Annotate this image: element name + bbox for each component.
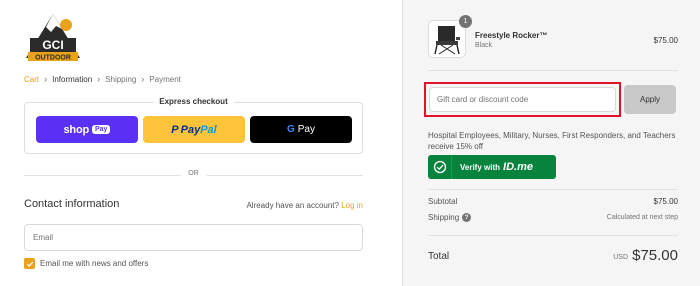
- promo-text: Hospital Employees, Military, Nurses, Fi…: [428, 131, 676, 151]
- total-currency: USD: [613, 254, 628, 261]
- express-checkout-box: Express checkout shop Pay P Pay Pal G Pay: [24, 97, 363, 154]
- logo-text-bottom: OUTDOOR: [35, 55, 71, 62]
- chevron-right-icon: ›: [97, 74, 101, 84]
- checkout-main-panel: GCI OUTDOOR Cart › Information › Shippin…: [0, 0, 402, 286]
- shipping-row: Shipping?: [428, 213, 472, 223]
- subtotal-value: $75.00: [653, 197, 678, 206]
- breadcrumb-shipping: Shipping: [105, 74, 137, 84]
- idme-prefix: Verify with: [460, 162, 501, 172]
- account-prompt-text: Already have an account?: [246, 201, 339, 210]
- breadcrumb-cart[interactable]: Cart: [24, 75, 39, 84]
- shipping-label: Shipping: [428, 213, 460, 222]
- breadcrumb-information: Information: [52, 74, 93, 84]
- newsletter-label: Email me with news and offers: [40, 259, 149, 268]
- product-variant: Black: [475, 42, 493, 49]
- google-pay-text: Pay: [297, 124, 315, 135]
- quantity-badge: 1: [459, 15, 472, 28]
- paypal-text-part2: Pal: [200, 123, 217, 136]
- or-divider-text: OR: [180, 170, 207, 177]
- apply-discount-button[interactable]: Apply: [624, 85, 676, 114]
- logo-text-top: GCI: [42, 38, 63, 52]
- divider: [428, 70, 678, 71]
- shipping-value: Calculated at next step: [606, 214, 678, 221]
- idme-check-icon: [428, 155, 452, 179]
- divider: [428, 235, 678, 236]
- chevron-right-icon: ›: [44, 74, 48, 84]
- divider: [428, 189, 678, 190]
- camp-chair-icon: [434, 26, 460, 55]
- login-link[interactable]: Log in: [341, 201, 363, 210]
- paypal-text-part1: Pay: [180, 123, 201, 136]
- paypal-p-icon: P: [171, 123, 179, 136]
- shop-pay-text: shop: [63, 123, 90, 136]
- gci-outdoor-logo[interactable]: GCI OUTDOOR: [22, 12, 84, 64]
- discount-highlight: [424, 82, 621, 117]
- question-icon[interactable]: ?: [462, 213, 472, 223]
- shop-pay-pill: Pay: [92, 125, 111, 134]
- contact-information-heading: Contact information: [24, 198, 120, 210]
- checkmark-icon: [26, 261, 33, 267]
- newsletter-checkbox[interactable]: [24, 258, 35, 269]
- total-label: Total: [428, 251, 450, 262]
- verify-idme-button[interactable]: Verify with ID.me: [428, 155, 556, 179]
- google-g-icon: G: [286, 124, 295, 135]
- idme-brand: ID.me: [503, 161, 533, 173]
- account-prompt: Already have an account? Log in: [246, 201, 363, 210]
- shop-pay-button[interactable]: shop Pay: [36, 116, 138, 143]
- google-pay-button[interactable]: G Pay: [250, 116, 352, 143]
- email-optin: Email me with news and offers: [24, 258, 148, 269]
- product-price: $75.00: [653, 36, 678, 45]
- email-field[interactable]: [24, 224, 363, 251]
- or-divider: OR: [24, 170, 363, 177]
- chevron-right-icon: ›: [141, 74, 145, 84]
- discount-code-input[interactable]: [429, 87, 616, 112]
- breadcrumb: Cart › Information › Shipping › Payment: [24, 74, 181, 84]
- express-checkout-title: Express checkout: [153, 97, 234, 106]
- paypal-button[interactable]: P Pay Pal: [143, 116, 245, 143]
- subtotal-label: Subtotal: [428, 197, 458, 206]
- product-name: Freestyle Rocker™: [475, 31, 548, 40]
- breadcrumb-payment: Payment: [149, 74, 181, 84]
- total-value: $75.00: [632, 247, 678, 264]
